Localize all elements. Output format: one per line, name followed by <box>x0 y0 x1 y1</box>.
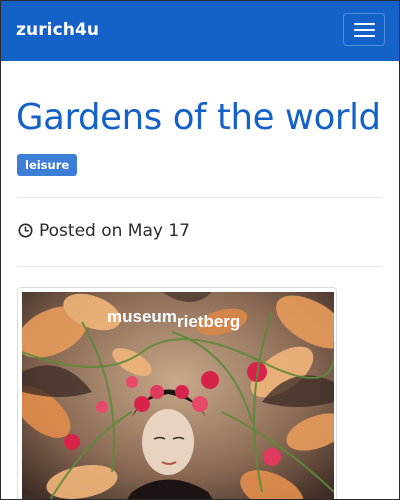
post-date: Posted on May 17 <box>18 221 190 241</box>
museum-poster-image: museum rietberg <box>22 292 334 499</box>
category-tag[interactable]: leisure <box>17 154 78 176</box>
post-title: Gardens of the world <box>16 97 381 138</box>
browser-frame: zurich4u Gardens of the world leisure Po… <box>0 0 400 500</box>
image-overlay-text: rietberg <box>177 312 240 331</box>
image-overlay-text: museum <box>107 307 177 326</box>
posted-label: Posted on May 17 <box>39 221 190 241</box>
divider <box>17 197 382 198</box>
divider <box>17 266 382 267</box>
hamburger-menu-icon <box>354 29 375 31</box>
hamburger-menu-icon <box>354 23 375 25</box>
navbar: zurich4u <box>1 1 399 61</box>
hamburger-menu-icon <box>354 35 375 37</box>
clock-icon <box>18 223 33 238</box>
site-brand[interactable]: zurich4u <box>16 20 99 40</box>
menu-toggle-button[interactable] <box>343 13 385 46</box>
post-image[interactable]: museum rietberg <box>17 287 337 499</box>
